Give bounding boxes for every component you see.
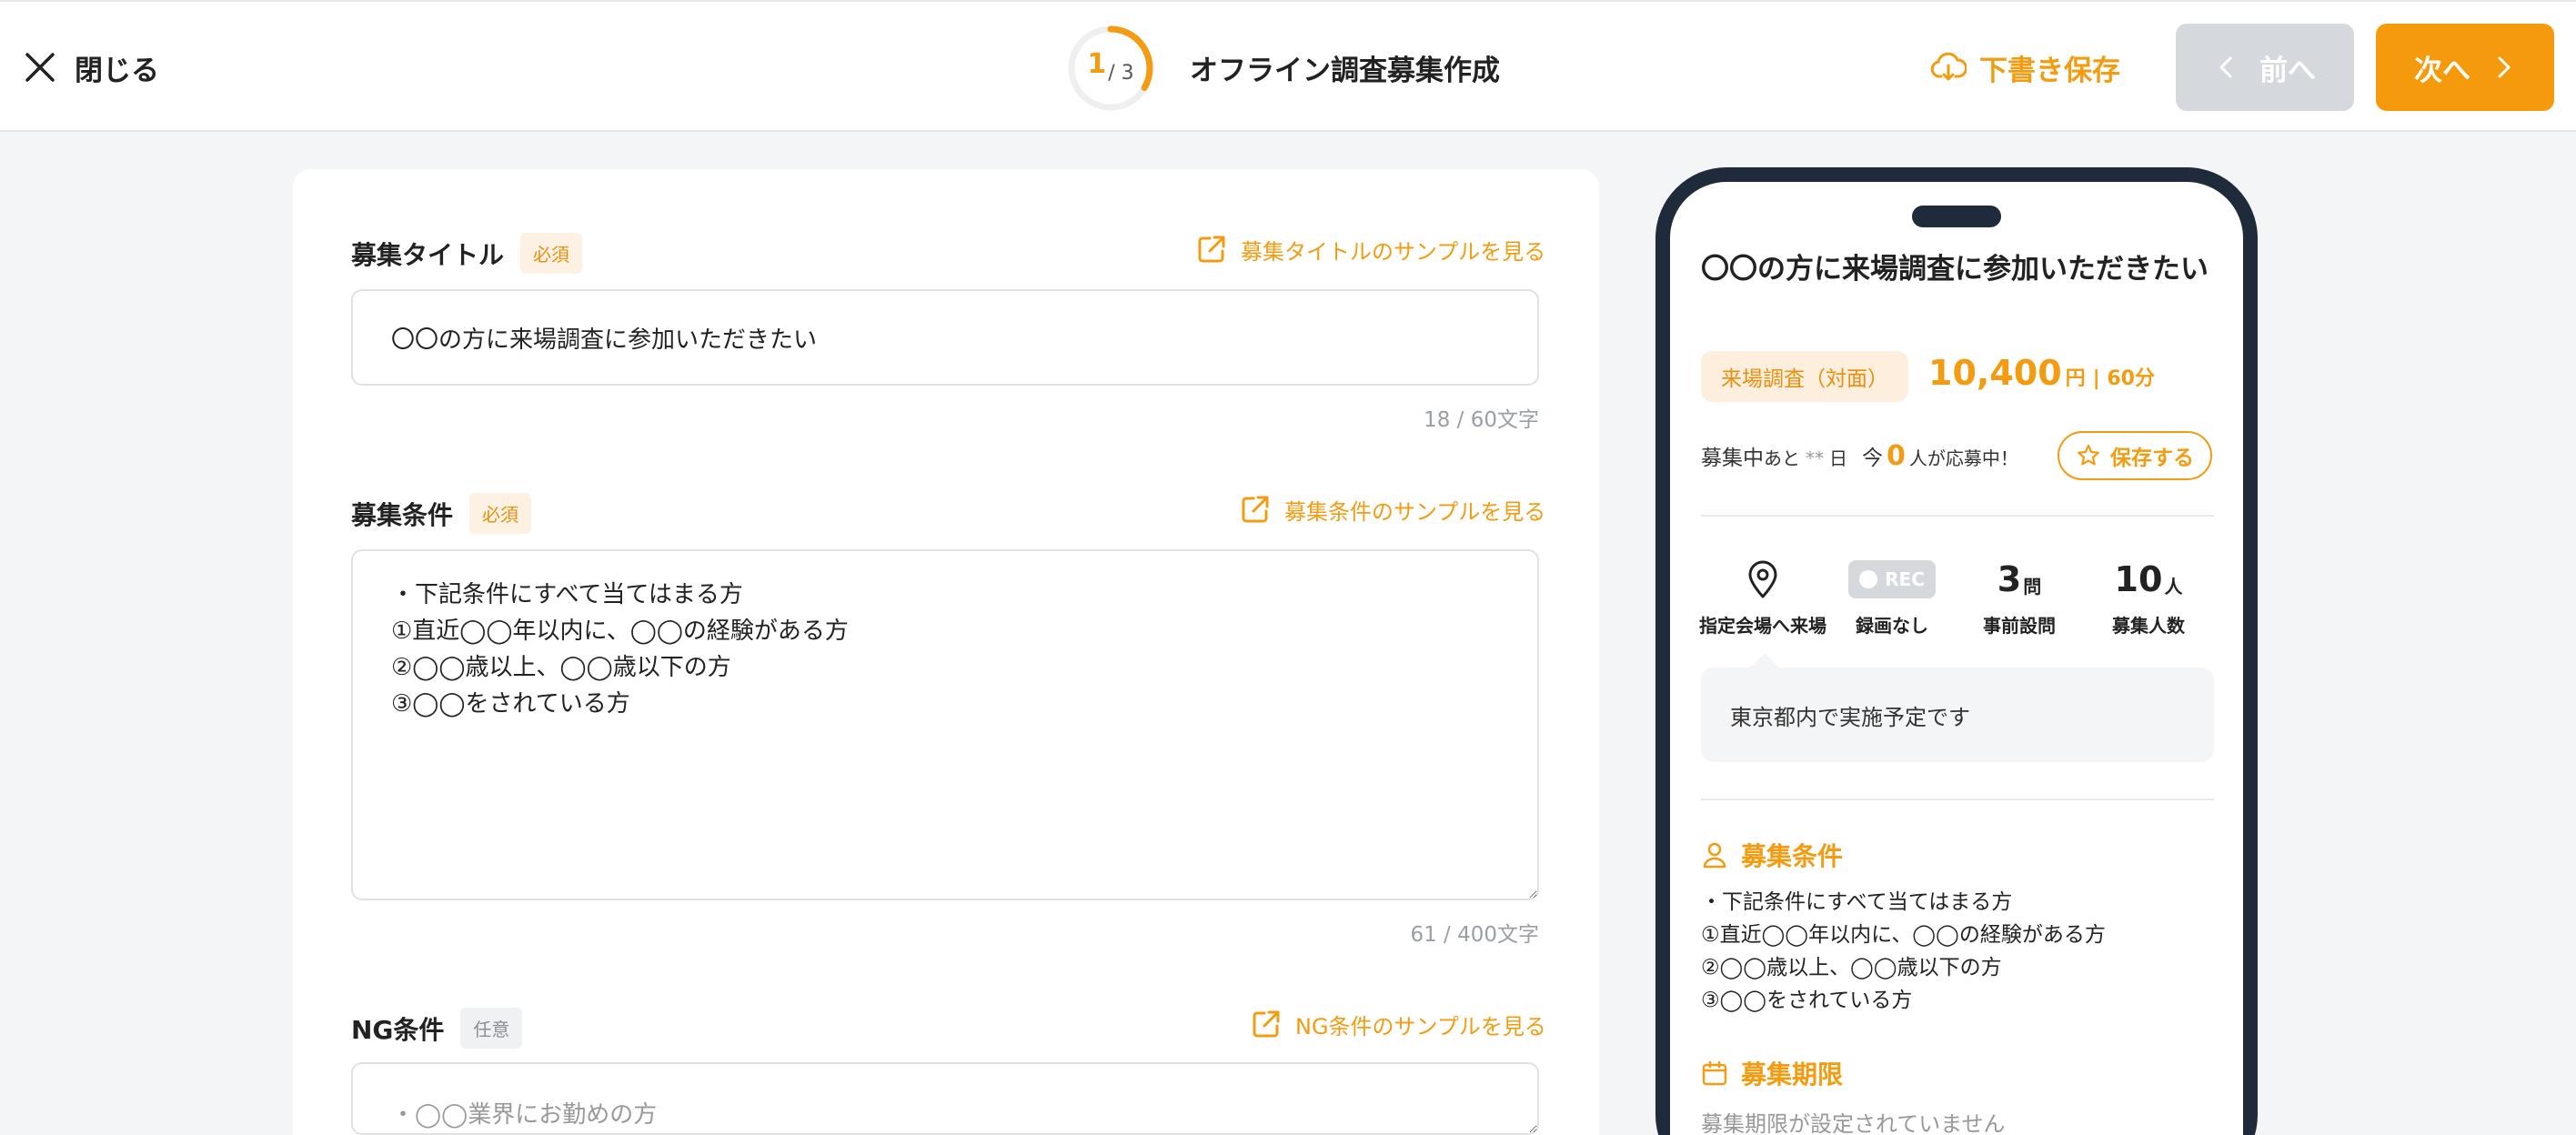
stat-recording-label: 録画なし bbox=[1856, 615, 1928, 637]
condition-line: ③◯◯をされている方 bbox=[1701, 989, 1913, 1012]
stat-recording: REC 録画なし bbox=[1828, 555, 1956, 638]
condition-line: ②◯◯歳以上、◯◯歳以下の方 bbox=[1701, 956, 2002, 979]
record-dot-icon bbox=[1859, 570, 1878, 588]
status-ato: あと bbox=[1764, 447, 1800, 469]
condition-field-label: 募集条件 必須 bbox=[351, 493, 532, 534]
condition-sample-link-text: 募集条件のサンプルを見る bbox=[1284, 498, 1546, 525]
title-input[interactable] bbox=[351, 289, 1539, 386]
condition-sample-link[interactable]: 募集条件のサンプルを見る bbox=[1239, 493, 1545, 526]
close-icon bbox=[25, 53, 55, 82]
condition-label-text: 募集条件 bbox=[351, 499, 454, 530]
rec-badge-text: REC bbox=[1885, 568, 1925, 590]
stat-questions: 3 問 事前設問 bbox=[1956, 555, 2083, 638]
ng-label-text: NG条件 bbox=[351, 1014, 445, 1045]
required-badge: 必須 bbox=[469, 493, 532, 534]
reward-amount: 10,400 bbox=[1928, 353, 2062, 393]
required-badge: 必須 bbox=[520, 233, 583, 274]
ng-field-label: NG条件 任意 bbox=[351, 1008, 523, 1049]
applicant-count: 0 bbox=[1887, 440, 1906, 472]
save-draft-label: 下書き保存 bbox=[1979, 54, 2120, 87]
preview-reward: 10,400 円 | 60分 bbox=[1928, 353, 2155, 393]
step-current: 1 bbox=[1087, 47, 1107, 80]
top-bar: 閉じる 1 / 3 オフライン調査募集作成 下書き保存 前へ 次へ bbox=[0, 0, 2576, 132]
close-label: 閉じる bbox=[75, 54, 159, 87]
rec-badge: REC bbox=[1848, 560, 1936, 598]
preview-status: 募集中 あと ** 日 今 0 人が応募中！ bbox=[1701, 440, 2018, 472]
preview-period-text: 募集期限が設定されていません bbox=[1701, 1111, 2006, 1135]
title-sample-link[interactable]: 募集タイトルのサンプルを見る bbox=[1195, 233, 1545, 266]
capacity-value: 10 bbox=[2114, 559, 2163, 599]
chevron-left-icon bbox=[2219, 56, 2232, 78]
person-icon bbox=[1703, 842, 1726, 869]
reward-duration: | 60分 bbox=[2092, 367, 2155, 390]
external-link-icon bbox=[1242, 496, 1269, 523]
chevron-right-icon bbox=[2498, 56, 2511, 78]
capacity-unit: 人 bbox=[2164, 575, 2183, 598]
close-button[interactable]: 閉じる bbox=[22, 42, 159, 93]
preview-condition-list: ・下記条件にすべて当てはまる方 ①直近◯◯年以内に、◯◯の経験がある方 ②◯◯歳… bbox=[1701, 886, 2106, 1017]
stat-venue-label: 指定会場へ来場 bbox=[1699, 615, 1826, 637]
condition-char-counter: 61 / 400文字 bbox=[1410, 923, 1539, 947]
step-total: / 3 bbox=[1108, 61, 1134, 85]
ng-sample-link-text: NG条件のサンプルを見る bbox=[1295, 1013, 1546, 1040]
status-days-placeholder: ** bbox=[1806, 447, 1824, 469]
questions-unit: 問 bbox=[2023, 575, 2042, 598]
condition-line: ・下記条件にすべて当てはまる方 bbox=[1701, 890, 2013, 914]
preview-condition-heading: 募集条件 bbox=[1701, 837, 1843, 873]
external-link-icon bbox=[1253, 1010, 1280, 1038]
condition-line: ①直近◯◯年以内に、◯◯の経験がある方 bbox=[1701, 923, 2106, 947]
next-label: 次へ bbox=[2414, 54, 2470, 87]
page-title: オフライン調査募集作成 bbox=[1190, 55, 1500, 87]
condition-heading-text: 募集条件 bbox=[1741, 841, 1844, 871]
stat-venue: 指定会場へ来場 bbox=[1699, 555, 1826, 638]
next-button[interactable]: 次へ bbox=[2376, 24, 2554, 111]
cloud-download-icon bbox=[1930, 52, 1967, 81]
title-label-text: 募集タイトル bbox=[351, 239, 505, 270]
calendar-icon bbox=[1702, 1060, 1727, 1086]
title-char-counter: 18 / 60文字 bbox=[1424, 408, 1539, 432]
title-sample-link-text: 募集タイトルのサンプルを見る bbox=[1241, 238, 1546, 265]
preview-divider bbox=[1701, 799, 2214, 800]
ng-sample-link[interactable]: NG条件のサンプルを見る bbox=[1250, 1008, 1546, 1040]
condition-textarea[interactable] bbox=[351, 549, 1539, 900]
prev-button[interactable]: 前へ bbox=[2176, 24, 2354, 111]
status-prefix: 募集中 bbox=[1701, 447, 1764, 470]
questions-value: 3 bbox=[1997, 559, 2022, 599]
status-day: 日 bbox=[1829, 447, 1847, 469]
location-pin-icon bbox=[1748, 560, 1777, 598]
venue-note-pointer bbox=[1750, 653, 1779, 668]
preview-period-heading: 募集期限 bbox=[1701, 1055, 1843, 1091]
star-icon bbox=[2078, 444, 2099, 466]
step-progress-ring: 1 / 3 bbox=[1066, 24, 1155, 113]
status-suffix: 人が応募中！ bbox=[1908, 447, 2018, 469]
preview-save-label: 保存する bbox=[2110, 447, 2194, 470]
status-now: 今 bbox=[1862, 447, 1883, 470]
stat-questions-label: 事前設問 bbox=[1983, 615, 2056, 637]
preview-title: 〇〇の方に来場調査に参加いただきたい bbox=[1701, 253, 2209, 286]
reward-unit: 円 bbox=[2065, 367, 2086, 390]
preview-save-button[interactable]: 保存する bbox=[2058, 431, 2212, 480]
stat-capacity: 10 人 募集人数 bbox=[2085, 555, 2212, 638]
external-link-icon bbox=[1198, 236, 1225, 263]
period-heading-text: 募集期限 bbox=[1741, 1060, 1844, 1090]
preview-type-badge: 来場調査（対面） bbox=[1701, 351, 1908, 402]
ng-textarea[interactable] bbox=[351, 1062, 1539, 1135]
phone-notch bbox=[1912, 206, 2001, 227]
title-field-label: 募集タイトル 必須 bbox=[351, 233, 583, 274]
preview-divider bbox=[1701, 515, 2214, 517]
optional-badge: 任意 bbox=[460, 1008, 523, 1049]
stat-capacity-label: 募集人数 bbox=[2112, 615, 2185, 637]
save-draft-button[interactable]: 下書き保存 bbox=[1930, 44, 2120, 91]
venue-note: 東京都内で実施予定です bbox=[1701, 668, 2214, 762]
prev-label: 前へ bbox=[2259, 54, 2316, 87]
